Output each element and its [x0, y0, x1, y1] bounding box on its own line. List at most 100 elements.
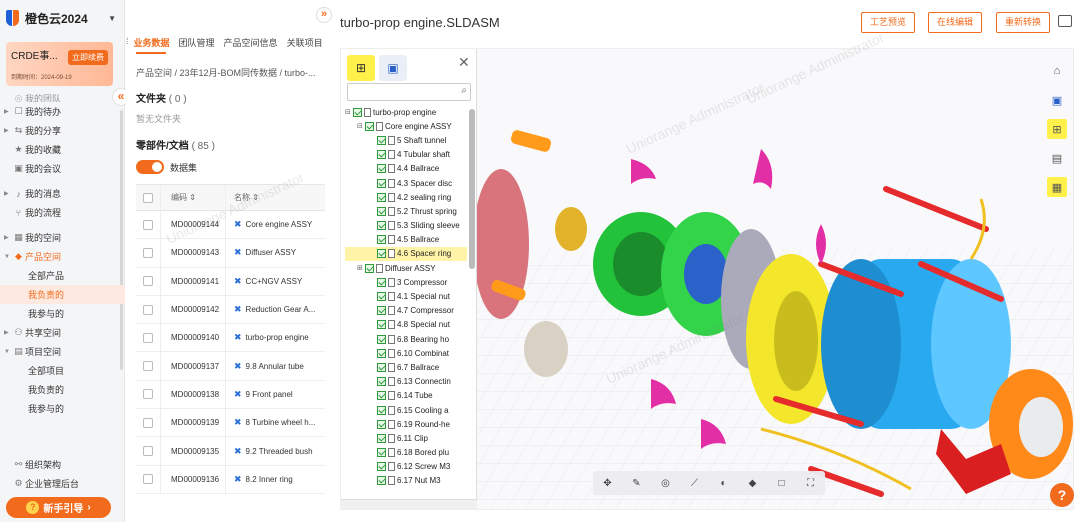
- visibility-checkbox[interactable]: [377, 221, 386, 231]
- tree-horizontal-scrollbar[interactable]: [341, 499, 477, 509]
- row-checkbox[interactable]: [143, 417, 153, 428]
- sidebar-item-todo[interactable]: ▶ ☐ 我的待办: [0, 102, 125, 121]
- visibility-checkbox[interactable]: [377, 419, 386, 429]
- row-checkbox[interactable]: [143, 389, 153, 400]
- cell-name[interactable]: ✖ Reduction Gear A...: [225, 295, 325, 324]
- chat-icon[interactable]: [1058, 15, 1072, 27]
- expand-toggle-icon[interactable]: ⊟: [357, 122, 365, 130]
- row-checkbox[interactable]: [143, 304, 153, 315]
- tree-node[interactable]: 6.10 Combinat: [345, 346, 467, 360]
- tree-node[interactable]: 6.7 Ballrace: [345, 360, 467, 374]
- table-row[interactable]: MD00009136 ✖ 8.2 Inner ring: [136, 465, 325, 494]
- row-checkbox[interactable]: [143, 446, 153, 457]
- sidebar-item-org[interactable]: ⚯ 组织架构: [0, 455, 125, 474]
- tree-node[interactable]: 6.11 Clip: [345, 431, 467, 445]
- visibility-checkbox[interactable]: [377, 362, 386, 372]
- tree-icon[interactable]: ⊞: [1047, 119, 1067, 139]
- visibility-checkbox[interactable]: [365, 263, 374, 273]
- properties-icon[interactable]: ▤: [1047, 148, 1067, 168]
- visibility-checkbox[interactable]: [377, 377, 386, 387]
- close-icon[interactable]: ✕: [458, 54, 470, 71]
- expand-toggle-icon[interactable]: ⊞: [357, 264, 365, 272]
- 3d-viewport[interactable]: ⊞ ▣ ✕ ⌕ ⊟ turbo-prop engine ⊟ Core engine A…: [340, 48, 1074, 510]
- visibility-checkbox[interactable]: [377, 448, 386, 458]
- row-checkbox[interactable]: [143, 474, 153, 485]
- tree-node[interactable]: 6.14 Tube: [345, 389, 467, 403]
- visibility-checkbox[interactable]: [353, 107, 362, 117]
- cell-name[interactable]: ✖ 9.8 Annular tube: [225, 352, 325, 380]
- visibility-checkbox[interactable]: [377, 334, 386, 344]
- column-header-name[interactable]: 名称 ⇕: [225, 185, 325, 210]
- visibility-checkbox[interactable]: [377, 135, 386, 145]
- sidebar-item-team[interactable]: ◎ 我的团队: [0, 94, 125, 102]
- cell-name[interactable]: ✖ Diffuser ASSY: [225, 239, 325, 267]
- tree-node[interactable]: 4.8 Special nut: [345, 318, 467, 332]
- measure-icon[interactable]: ⟋: [688, 476, 702, 490]
- visibility-checkbox[interactable]: [377, 306, 386, 316]
- tree-node[interactable]: 5.2 Thrust spring: [345, 204, 467, 218]
- tree-node[interactable]: 4.5 Ballrace: [345, 233, 467, 247]
- table-row[interactable]: MD00009137 ✖ 9.8 Annular tube: [136, 352, 325, 381]
- cell-name[interactable]: ✖ 9 Front panel: [225, 380, 325, 409]
- visibility-checkbox[interactable]: [377, 277, 386, 287]
- visibility-checkbox[interactable]: [377, 192, 386, 202]
- tree-node[interactable]: 5.3 Sliding sleeve: [345, 219, 467, 233]
- color-icon[interactable]: ◐: [717, 476, 731, 490]
- select-all-checkbox[interactable]: [143, 192, 153, 203]
- sidebar-item-messages[interactable]: ▶ ♪ 我的消息: [0, 184, 125, 203]
- tree-node[interactable]: 6.15 Cooling a: [345, 403, 467, 417]
- visibility-checkbox[interactable]: [377, 206, 386, 216]
- renew-button[interactable]: 立即续费: [68, 50, 108, 65]
- visibility-checkbox[interactable]: [377, 292, 386, 302]
- cell-name[interactable]: ✖ 9.2 Threaded bush: [225, 437, 325, 465]
- sidebar-item-product-space[interactable]: ▼ ◆ 产品空间: [0, 247, 125, 266]
- table-row[interactable]: MD00009142 ✖ Reduction Gear A...: [136, 295, 325, 325]
- annotation-icon[interactable]: ✎: [630, 476, 644, 490]
- guide-button[interactable]: ? 新手引导 ›: [6, 497, 111, 518]
- tree-node[interactable]: 4.7 Compressor: [345, 304, 467, 318]
- sidebar-item-admin[interactable]: ⚙ 企业管理后台: [0, 474, 125, 493]
- tab-views[interactable]: ▣: [379, 55, 407, 81]
- sidebar-item-all-projects[interactable]: 全部项目: [0, 361, 125, 380]
- reconvert-button[interactable]: 重新转换: [996, 12, 1051, 33]
- sidebar-item-all-products[interactable]: 全部产品: [0, 266, 125, 285]
- section-icon[interactable]: ◎: [659, 476, 673, 490]
- cell-name[interactable]: ✖ CC+NGV ASSY: [225, 267, 325, 295]
- visibility-checkbox[interactable]: [365, 121, 374, 131]
- tab-related-projects[interactable]: 关联项目: [287, 36, 323, 52]
- tree-node[interactable]: 4.4 Ballrace: [345, 162, 467, 176]
- row-checkbox[interactable]: [143, 361, 153, 372]
- table-row[interactable]: MD00009141 ✖ CC+NGV ASSY: [136, 267, 325, 296]
- tree-node[interactable]: ⊞ Diffuser ASSY: [345, 261, 467, 275]
- table-row[interactable]: MD00009139 ✖ 8 Turbine wheel h...: [136, 409, 325, 438]
- tree-node[interactable]: 4.6 Spacer ring: [345, 246, 467, 262]
- expand-panel-button[interactable]: »: [316, 7, 332, 23]
- parts-list-icon[interactable]: ▦: [1047, 177, 1067, 197]
- cell-name[interactable]: ✖ 8.2 Inner ring: [225, 465, 325, 493]
- tree-node[interactable]: 3 Compressor: [345, 275, 467, 289]
- row-checkbox[interactable]: [143, 247, 153, 258]
- tree-node[interactable]: 6.19 Round-he: [345, 417, 467, 431]
- tree-node[interactable]: 6.17 Nut M3: [345, 474, 467, 488]
- view-cube-icon[interactable]: ▣: [1047, 90, 1067, 110]
- tab-business-data[interactable]: 业务数据: [134, 36, 170, 52]
- visibility-checkbox[interactable]: [377, 391, 386, 401]
- explode-icon[interactable]: ✥: [601, 476, 615, 490]
- visibility-checkbox[interactable]: [377, 405, 386, 415]
- tree-node[interactable]: ⊟ turbo-prop engine: [345, 105, 467, 119]
- tree-node[interactable]: 6.13 Connectin: [345, 375, 467, 389]
- sidebar-item-my-space[interactable]: ▶ ▦ 我的空间: [0, 228, 125, 247]
- sidebar-item-share[interactable]: ▶ ⇆ 我的分享: [0, 121, 125, 140]
- tree-node[interactable]: 6.18 Bored plu: [345, 446, 467, 460]
- sidebar-item-project-space[interactable]: ▼ ▤ 项目空间: [0, 342, 125, 361]
- visibility-checkbox[interactable]: [377, 249, 386, 259]
- table-row[interactable]: MD00009144 ✖ Core engine ASSY: [136, 211, 325, 240]
- tree-node[interactable]: 6.8 Bearing ho: [345, 332, 467, 346]
- home-icon[interactable]: ⌂: [1047, 61, 1067, 81]
- breadcrumb[interactable]: 产品空间 / 23年12月-BOM同传数据 / turbo-...: [136, 66, 316, 79]
- column-header-code[interactable]: 编码 ⇕: [160, 185, 225, 210]
- sidebar-item-shared-space[interactable]: ▶ ⚇ 共享空间: [0, 323, 125, 342]
- tab-team[interactable]: 团队管理: [179, 36, 215, 52]
- row-checkbox[interactable]: [143, 219, 153, 230]
- tree-node[interactable]: 4.2 sealing ring: [345, 190, 467, 204]
